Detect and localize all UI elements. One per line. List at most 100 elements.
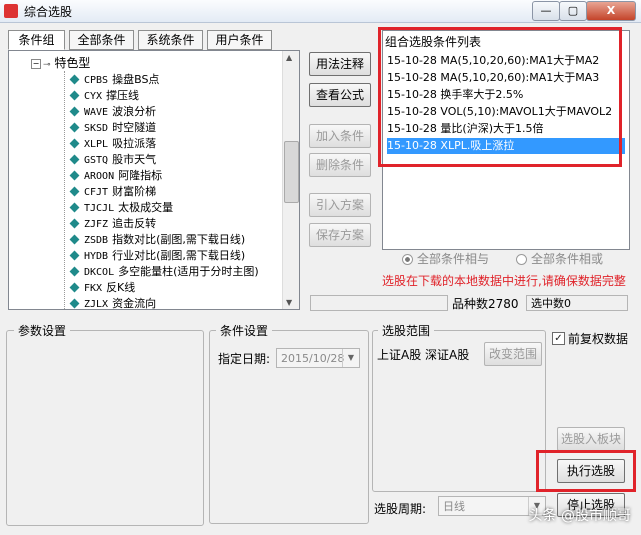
collapse-icon[interactable]: −	[31, 58, 41, 69]
tree-item[interactable]: ZSDB 指数对比(副图,需下载日线)	[69, 231, 246, 247]
tree-item[interactable]: FKX 反K线	[69, 279, 136, 295]
formula-code: ZJLX	[84, 299, 109, 310]
formula-code: XLPL	[84, 139, 109, 150]
tree-connector	[64, 71, 66, 309]
highlight-box-execute	[536, 450, 636, 492]
watermark: 头条 @股市顺哥	[528, 508, 631, 524]
formula-code: FKX	[84, 283, 103, 294]
app-icon	[4, 4, 18, 18]
formula-icon	[69, 202, 80, 213]
formula-code: CYX	[84, 91, 103, 102]
formula-name: 股市天气	[112, 153, 157, 166]
tree-item[interactable]: WAVE 波浪分析	[69, 103, 156, 119]
formula-icon	[69, 74, 80, 85]
tree-scrollbar[interactable]: ▲ ▼	[282, 51, 299, 309]
date-label: 指定日期:	[218, 352, 271, 366]
formula-code: SKSD	[84, 123, 109, 134]
formula-icon	[69, 170, 80, 181]
delete-condition-button[interactable]: 删除条件	[309, 153, 371, 177]
formula-name: 反K线	[106, 281, 136, 294]
add-condition-button[interactable]: 加入条件	[309, 124, 371, 148]
formula-code: AROON	[84, 171, 115, 182]
formula-name: 时空隧道	[112, 121, 157, 134]
add-to-board-button[interactable]: 选股入板块	[557, 427, 625, 451]
tree-item[interactable]: GSTQ 股市天气	[69, 151, 157, 167]
formula-code: HYDB	[84, 251, 109, 262]
formula-code: TJCJL	[84, 203, 115, 214]
formula-icon	[69, 282, 80, 293]
tab-condition-group[interactable]: 条件组	[8, 30, 65, 50]
tree-root-label: 特色型	[54, 56, 91, 70]
progress-bar	[310, 295, 448, 311]
change-range-button[interactable]: 改变范围	[484, 342, 542, 366]
dropdown-icon[interactable]: ▼	[342, 349, 359, 367]
formula-icon	[69, 122, 80, 133]
scroll-thumb[interactable]	[284, 141, 299, 203]
data-warning: 选股在下载的本地数据中进行,请确保数据完整	[382, 274, 626, 288]
formula-name: 多空能量柱(适用于分时主图)	[118, 265, 259, 278]
adjusted-label: 前复权数据	[568, 332, 629, 346]
formula-icon	[69, 298, 80, 309]
minimize-button[interactable]: —	[532, 1, 560, 21]
formula-icon	[69, 234, 80, 245]
formula-code: WAVE	[84, 107, 109, 118]
formula-code: CPBS	[84, 75, 109, 86]
formula-name: 资金流向	[112, 297, 157, 310]
tab-all-conditions[interactable]: 全部条件	[69, 30, 134, 50]
formula-name: 指数对比(副图,需下载日线)	[112, 233, 246, 246]
formula-name: 太极成交量	[118, 201, 174, 214]
formula-tree[interactable]: − ⊸ 特色型 CPBS 操盘BS点 CYX 撑压线 WAVE 波浪分析 SKSD 时空隧道 XL…	[8, 50, 300, 310]
formula-name: 行业对比(副图,需下载日线)	[112, 249, 246, 262]
adjusted-checkbox[interactable]: ✓	[552, 332, 565, 345]
tree-item[interactable]: HYDB 行业对比(副图,需下载日线)	[69, 247, 246, 263]
formula-name: 操盘BS点	[112, 73, 160, 86]
close-button[interactable]: X	[586, 1, 636, 21]
tab-user-conditions[interactable]: 用户条件	[207, 30, 272, 50]
radio-icon	[402, 254, 413, 265]
formula-icon	[69, 154, 80, 165]
condition-settings-legend: 条件设置	[216, 322, 273, 339]
formula-icon	[69, 106, 80, 117]
tree-item[interactable]: ZJLX 资金流向	[69, 295, 157, 310]
title-bar: 综合选股 — ▢ X	[0, 0, 641, 23]
save-plan-button[interactable]: 保存方案	[309, 223, 371, 247]
scroll-up-icon[interactable]: ▲	[286, 53, 292, 62]
all-and-radio[interactable]: 全部条件相与	[402, 250, 489, 267]
formula-icon	[69, 138, 80, 149]
all-or-radio[interactable]: 全部条件相或	[516, 250, 603, 267]
formula-name: 追击反转	[112, 217, 157, 230]
tree-item[interactable]: CPBS 操盘BS点	[69, 71, 160, 87]
tree-item[interactable]: ZJFZ 追击反转	[69, 215, 157, 231]
tree-item[interactable]: TJCJL 太极成交量	[69, 199, 174, 215]
tree-item[interactable]: SKSD 时空隧道	[69, 119, 157, 135]
radio-icon	[516, 254, 527, 265]
tree-item[interactable]: AROON 阿隆指标	[69, 167, 163, 183]
params-legend: 参数设置	[14, 322, 71, 339]
view-formula-button[interactable]: 查看公式	[309, 83, 371, 107]
formula-icon	[69, 186, 80, 197]
import-plan-button[interactable]: 引入方案	[309, 193, 371, 217]
formula-code: ZJFZ	[84, 219, 109, 230]
tree-item[interactable]: CYX 撑压线	[69, 87, 139, 103]
tree-item[interactable]: DKCOL 多空能量柱(适用于分时主图)	[69, 263, 259, 279]
formula-code: ZSDB	[84, 235, 109, 246]
usage-button[interactable]: 用法注释	[309, 52, 371, 76]
tree-item[interactable]: CFJT 财富阶梯	[69, 183, 156, 199]
tab-system-conditions[interactable]: 系统条件	[138, 30, 203, 50]
varieties-stat: 品种数2780	[452, 297, 519, 311]
date-picker[interactable]: 2015/10/28 ▼	[276, 348, 360, 368]
period-label: 选股周期:	[374, 502, 427, 516]
params-group	[6, 330, 204, 526]
formula-name: 阿隆指标	[118, 169, 163, 182]
formula-code: DKCOL	[84, 267, 115, 278]
highlight-box-list	[378, 27, 622, 167]
formula-icon	[69, 250, 80, 261]
range-value: 上证A股 深证A股	[377, 348, 470, 362]
scroll-down-icon[interactable]: ▼	[286, 298, 292, 307]
tree-root[interactable]: − ⊸ 特色型	[31, 54, 90, 71]
formula-icon	[69, 90, 80, 101]
tree-item[interactable]: XLPL 吸拉派落	[69, 135, 157, 151]
formula-name: 吸拉派落	[112, 137, 157, 150]
maximize-button[interactable]: ▢	[559, 1, 587, 21]
formula-code: GSTQ	[84, 155, 109, 166]
